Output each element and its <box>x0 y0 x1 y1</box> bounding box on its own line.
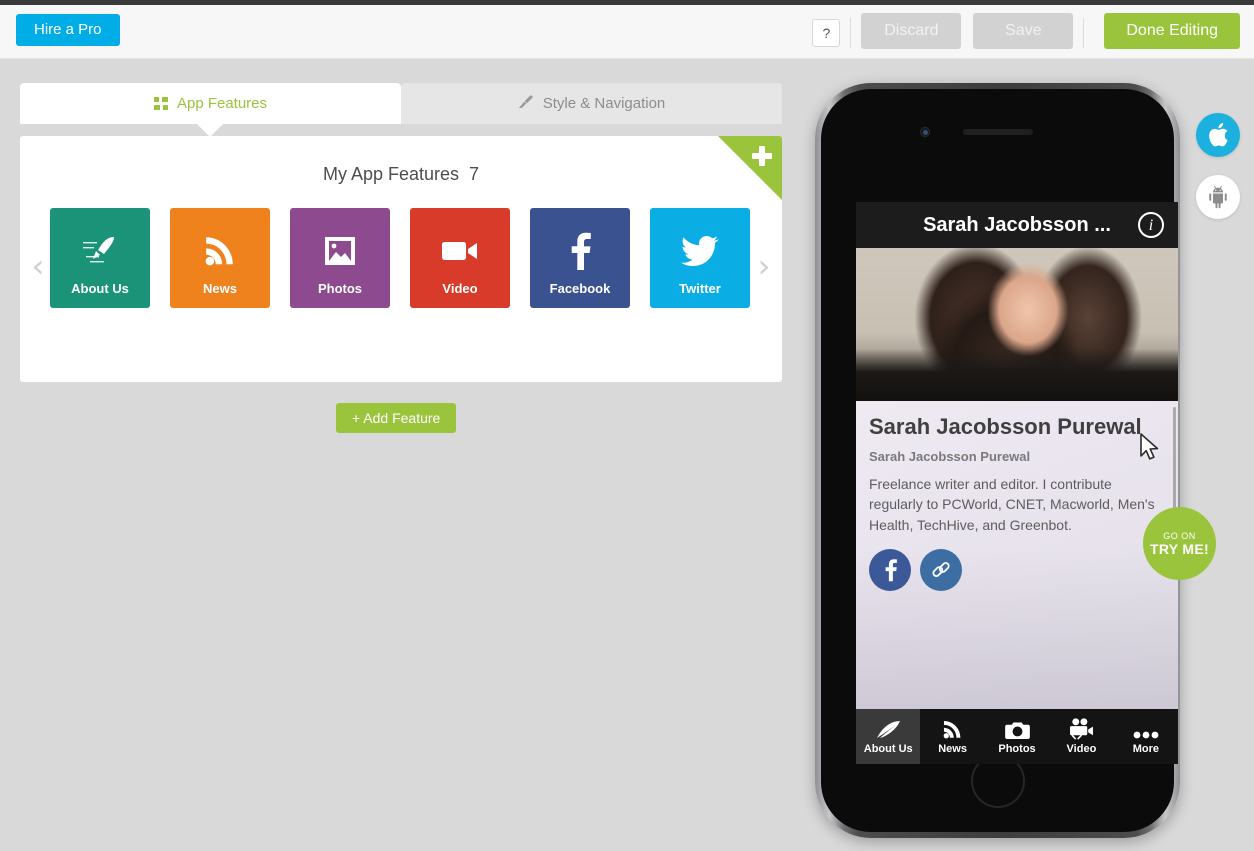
feather-icon <box>875 718 901 740</box>
camera-icon <box>1004 718 1030 740</box>
tab-style-navigation-label: Style & Navigation <box>542 95 666 112</box>
feature-tile-label: Video <box>442 281 478 296</box>
carousel-next-arrow[interactable]: › <box>752 246 776 286</box>
twitter-icon <box>650 230 750 272</box>
app-tab-label: Photos <box>998 743 1036 755</box>
my-app-features-card: My App Features 7 ‹ › About Us News Phot… <box>20 136 782 382</box>
editor-panel: App Features Style & Navigation My App F… <box>0 60 800 851</box>
tab-app-features[interactable]: App Features <box>20 83 401 124</box>
try-me-line1: GO ON <box>1163 530 1196 541</box>
features-carousel: ‹ › About Us News Photos Video Facebook … <box>20 208 782 338</box>
paintbrush-icon <box>518 94 534 114</box>
profile-content: Sarah Jacobsson Purewal Sarah Jacobsson … <box>856 401 1178 719</box>
android-icon[interactable] <box>1196 175 1240 219</box>
features-count: 7 <box>469 164 480 184</box>
profile-name: Sarah Jacobsson Purewal <box>869 414 1142 439</box>
profile-hero-photo <box>856 248 1178 401</box>
phone-screen: Sarah Jacobsson ... i Sarah Jacobsson Pu… <box>856 202 1178 764</box>
app-tab-label: About Us <box>863 743 913 755</box>
app-tab-label: Video <box>1066 743 1097 755</box>
feature-tiles: About Us News Photos Video Facebook Twit… <box>50 208 750 308</box>
discard-button[interactable]: Discard <box>861 13 962 49</box>
app-tab-bar: About Us News Photos Video More <box>856 709 1178 764</box>
features-title-text: My App Features <box>322 164 460 184</box>
profile-bio: Freelance writer and editor. I contribut… <box>869 476 1155 533</box>
quill-pen-icon <box>50 230 150 272</box>
info-icon[interactable]: i <box>1138 212 1164 238</box>
rss-icon <box>942 718 963 740</box>
tab-app-features-label: App Features <box>176 95 268 112</box>
feature-tile-facebook[interactable]: Facebook <box>530 208 630 308</box>
movie-camera-icon <box>1068 718 1095 740</box>
earpiece-speaker <box>962 129 1033 135</box>
header-divider-2 <box>1083 17 1085 48</box>
app-tab-more[interactable]: More <box>1114 709 1178 764</box>
front-camera-icon <box>919 127 930 137</box>
save-button[interactable]: Save <box>973 13 1074 49</box>
app-nav-title: Sarah Jacobsson ... <box>923 213 1111 236</box>
feature-tile-news[interactable]: News <box>170 208 270 308</box>
app-tab-label: News <box>938 743 967 755</box>
facebook-icon <box>530 230 630 272</box>
add-feature-button[interactable]: + Add Feature <box>336 403 457 433</box>
ellipsis-icon <box>1133 718 1159 740</box>
app-nav-bar: Sarah Jacobsson ... i <box>856 202 1178 248</box>
app-tab-about-us[interactable]: About Us <box>856 709 921 764</box>
done-editing-button[interactable]: Done Editing <box>1104 13 1240 49</box>
apple-icon[interactable] <box>1196 113 1240 157</box>
photo-lower-shade <box>856 349 1178 401</box>
editor-tabs: App Features Style & Navigation <box>20 83 782 124</box>
help-button[interactable]: ? <box>812 19 841 47</box>
feature-tile-label: About Us <box>71 281 129 296</box>
app-tab-label: More <box>1132 743 1159 755</box>
grid-icon <box>153 97 168 110</box>
feature-tile-label: News <box>203 281 237 296</box>
feature-tile-video[interactable]: Video <box>410 208 510 308</box>
profile-subtitle: Sarah Jacobsson Purewal <box>869 449 1031 465</box>
video-camera-icon <box>410 230 510 272</box>
features-card-title: My App Features 7 <box>20 164 782 185</box>
feature-tile-photos[interactable]: Photos <box>290 208 390 308</box>
carousel-prev-arrow[interactable]: ‹ <box>26 246 50 286</box>
hire-a-pro-button[interactable]: Hire a Pro <box>16 14 120 46</box>
plus-icon <box>752 146 772 166</box>
profile-social-links <box>869 549 1165 592</box>
feature-tile-about-us[interactable]: About Us <box>50 208 150 308</box>
app-tab-photos[interactable]: Photos <box>985 709 1049 764</box>
app-tab-video[interactable]: Video <box>1049 709 1113 764</box>
feature-tile-label: Photos <box>317 281 363 296</box>
feature-tile-twitter[interactable]: Twitter <box>650 208 750 308</box>
phone-body: Sarah Jacobsson ... i Sarah Jacobsson Pu… <box>821 89 1178 832</box>
facebook-icon[interactable] <box>869 549 911 592</box>
link-chain-icon[interactable] <box>920 549 962 592</box>
photo-icon <box>290 230 390 272</box>
phone-mockup: Sarah Jacobsson ... i Sarah Jacobsson Pu… <box>815 83 1180 838</box>
feature-tile-label: Facebook <box>549 281 611 296</box>
app-tab-news[interactable]: News <box>920 709 984 764</box>
rss-icon <box>170 230 270 272</box>
platform-switcher <box>1196 113 1240 219</box>
device-preview: Sarah Jacobsson ... i Sarah Jacobsson Pu… <box>800 60 1254 851</box>
app-header: Hire a Pro ? Discard Save Done Editing <box>0 5 1254 59</box>
feature-tile-label: Twitter <box>679 281 721 296</box>
header-divider-1 <box>850 17 852 48</box>
tab-style-navigation[interactable]: Style & Navigation <box>401 83 782 124</box>
header-actions: ? Discard Save Done Editing <box>812 13 1240 49</box>
